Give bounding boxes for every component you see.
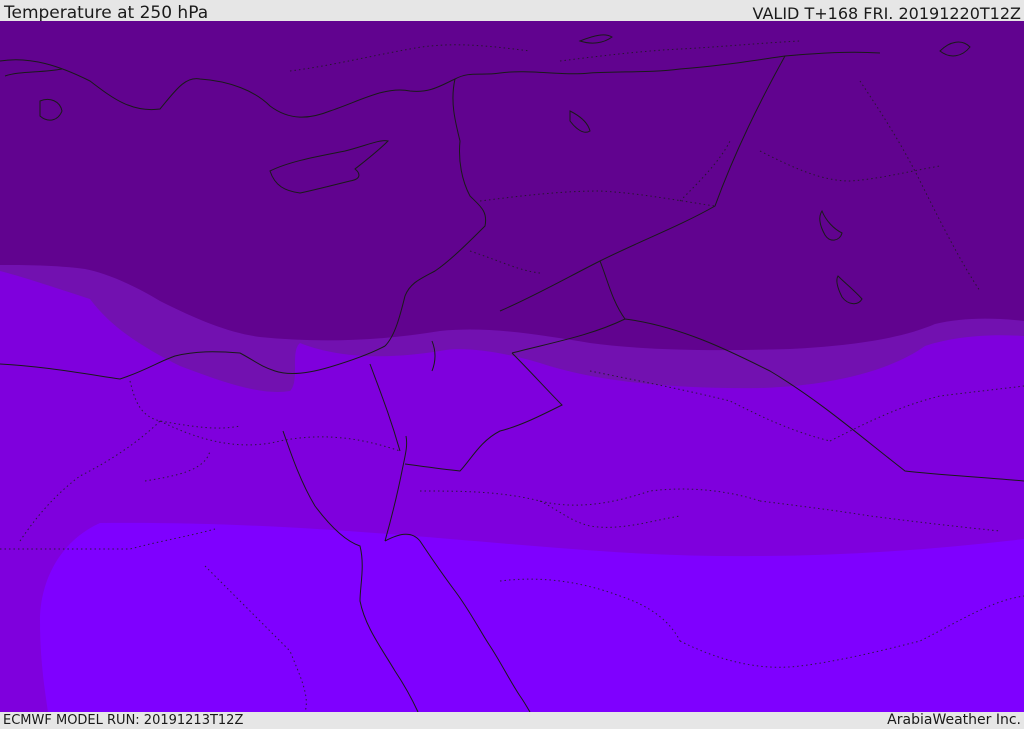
footer-bar: ECMWF MODEL RUN: 20191213T12Z ArabiaWeat… — [0, 712, 1024, 729]
credit-label: ArabiaWeather Inc. — [887, 712, 1021, 728]
header-bar: Temperature at 250 hPa VALID T+168 FRI. … — [0, 0, 1024, 23]
map-canvas — [0, 21, 1024, 712]
model-run-label: ECMWF MODEL RUN: 20191213T12Z — [3, 713, 244, 728]
temperature-map — [0, 21, 1024, 712]
